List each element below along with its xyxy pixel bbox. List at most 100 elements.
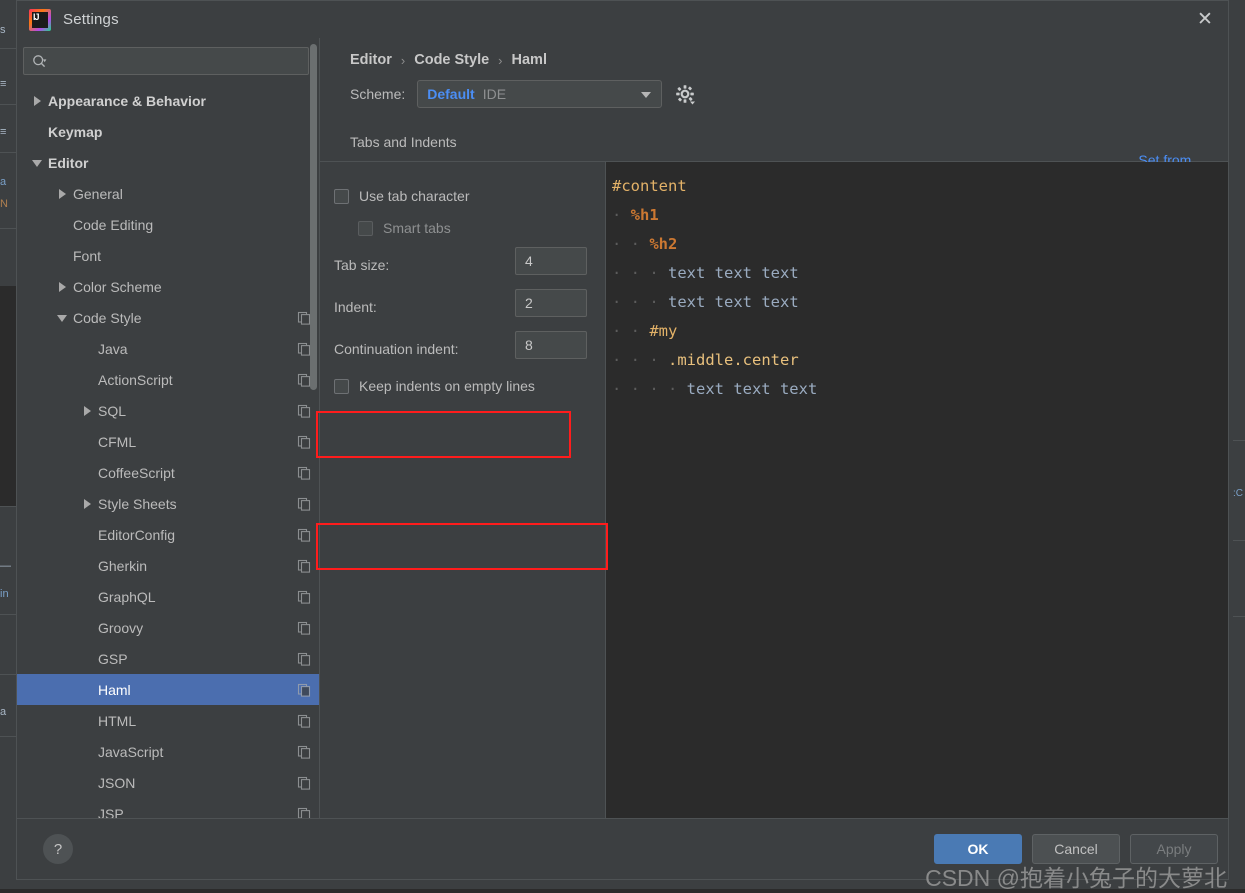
sidebar-item-editorconfig[interactable]: EditorConfig	[17, 519, 319, 550]
twisty-spacer	[81, 776, 94, 789]
row-keep-indents-on-empty-lines[interactable]: Keep indents on empty lines	[320, 370, 605, 402]
sidebar-item-keymap[interactable]: Keymap	[17, 116, 319, 147]
sidebar-item-haml[interactable]: Haml	[17, 674, 319, 705]
checkbox-use-tab-character[interactable]	[334, 189, 349, 204]
bg-divider	[1233, 616, 1245, 617]
copy-scheme-icon[interactable]	[297, 342, 311, 356]
sidebar-item-coffeescript[interactable]: CoffeeScript	[17, 457, 319, 488]
copy-scheme-icon[interactable]	[297, 683, 311, 697]
sidebar-item-code-style[interactable]: Code Style	[17, 302, 319, 333]
sidebar-item-java[interactable]: Java	[17, 333, 319, 364]
twisty-spacer	[56, 218, 69, 231]
ok-button[interactable]: OK	[934, 834, 1022, 864]
sidebar-item-style-sheets[interactable]: Style Sheets	[17, 488, 319, 519]
settings-panes: Use tab character Smart tabs Tab size: 4…	[320, 161, 1228, 818]
dialog-body: Appearance & BehaviorKeymapEditorGeneral…	[17, 38, 1228, 818]
row-smart-tabs[interactable]: Smart tabs	[320, 212, 605, 244]
copy-scheme-icon[interactable]	[297, 311, 311, 325]
sidebar-item-label: Style Sheets	[98, 496, 177, 512]
help-button[interactable]: ?	[43, 834, 73, 864]
sidebar-item-general[interactable]: General	[17, 178, 319, 209]
sidebar-item-appearance-behavior[interactable]: Appearance & Behavior	[17, 85, 319, 116]
copy-scheme-icon[interactable]	[297, 528, 311, 542]
input-indent[interactable]: 2	[515, 289, 587, 317]
chevron-right-icon[interactable]	[81, 497, 94, 510]
bg-divider	[0, 506, 16, 507]
preview-token-tag: %h2	[649, 235, 677, 253]
footer-buttons: OK Cancel Apply	[934, 834, 1228, 864]
bg-divider	[1233, 540, 1245, 541]
copy-scheme-icon[interactable]	[297, 714, 311, 728]
scheme-label: Scheme:	[350, 86, 405, 102]
copy-scheme-icon[interactable]	[297, 404, 311, 418]
sidebar-item-cfml[interactable]: CFML	[17, 426, 319, 457]
breadcrumb-item-code-style[interactable]: Code Style	[414, 52, 489, 68]
twisty-spacer	[81, 683, 94, 696]
background-left-strip: s ≡ ≡ a N — in a	[0, 0, 16, 889]
copy-scheme-icon[interactable]	[297, 497, 311, 511]
sidebar-item-groovy[interactable]: Groovy	[17, 612, 319, 643]
sidebar-item-sql[interactable]: SQL	[17, 395, 319, 426]
sidebar-item-label: GSP	[98, 651, 128, 667]
chevron-right-icon[interactable]	[81, 404, 94, 417]
sidebar-item-gsp[interactable]: GSP	[17, 643, 319, 674]
breadcrumb-item-haml[interactable]: Haml	[512, 52, 547, 68]
chevron-down-icon[interactable]	[56, 311, 69, 324]
copy-scheme-icon[interactable]	[297, 590, 311, 604]
bg-glyph: N	[0, 198, 16, 210]
copy-scheme-icon[interactable]	[297, 745, 311, 759]
copy-scheme-icon[interactable]	[297, 559, 311, 573]
chevron-down-icon[interactable]	[31, 156, 44, 169]
chevron-right-icon[interactable]	[56, 280, 69, 293]
sidebar-item-label: Color Scheme	[73, 279, 162, 295]
preview-token-txt: text text text	[668, 293, 799, 311]
breadcrumb-item-editor[interactable]: Editor	[350, 52, 392, 68]
copy-scheme-icon[interactable]	[297, 807, 311, 819]
cancel-button[interactable]: Cancel	[1032, 834, 1120, 864]
scheme-scope: IDE	[483, 86, 506, 102]
sidebar-item-label: GraphQL	[98, 589, 156, 605]
sidebar-item-graphql[interactable]: GraphQL	[17, 581, 319, 612]
row-indent: Indent: 2	[320, 286, 605, 328]
sidebar-item-json[interactable]: JSON	[17, 767, 319, 798]
sidebar-item-html[interactable]: HTML	[17, 705, 319, 736]
input-continuation-indent[interactable]: 8	[515, 331, 587, 359]
sidebar-item-jsp[interactable]: JSP	[17, 798, 319, 818]
checkbox-smart-tabs[interactable]	[358, 221, 373, 236]
row-use-tab-character[interactable]: Use tab character	[320, 180, 605, 212]
twisty-spacer	[81, 652, 94, 665]
sidebar-item-label: Groovy	[98, 620, 143, 636]
input-tab-size[interactable]: 4	[515, 247, 587, 275]
sidebar-item-label: Keymap	[48, 124, 102, 140]
copy-scheme-icon[interactable]	[297, 776, 311, 790]
search-box[interactable]	[23, 47, 309, 75]
sidebar-item-code-editing[interactable]: Code Editing	[17, 209, 319, 240]
sidebar-item-label: Appearance & Behavior	[48, 93, 206, 109]
preview-line: · · %h2	[612, 230, 1228, 259]
copy-scheme-icon[interactable]	[297, 621, 311, 635]
settings-tree[interactable]: Appearance & Behavior Keymap EditorGeneral…	[17, 83, 319, 818]
sidebar-item-gherkin[interactable]: Gherkin	[17, 550, 319, 581]
chevron-right-icon[interactable]	[56, 187, 69, 200]
copy-scheme-icon[interactable]	[297, 373, 311, 387]
sidebar-item-javascript[interactable]: JavaScript	[17, 736, 319, 767]
apply-button[interactable]: Apply	[1130, 834, 1218, 864]
checkbox-keep-indents-on-empty-lines[interactable]	[334, 379, 349, 394]
preview-line: · · · .middle.center	[612, 346, 1228, 375]
sidebar-scrollbar[interactable]	[310, 44, 317, 390]
search-input[interactable]	[47, 53, 300, 70]
sidebar-item-color-scheme[interactable]: Color Scheme	[17, 271, 319, 302]
copy-scheme-icon[interactable]	[297, 435, 311, 449]
close-icon[interactable]: ✕	[1182, 1, 1228, 38]
copy-scheme-icon[interactable]	[297, 466, 311, 480]
preview-token-id: #my	[649, 322, 677, 340]
sidebar-item-font[interactable]: Font	[17, 240, 319, 271]
sidebar-item-editor[interactable]: Editor	[17, 147, 319, 178]
sidebar-item-label: JSP	[98, 806, 124, 819]
copy-scheme-icon[interactable]	[297, 652, 311, 666]
chevron-right-icon[interactable]	[31, 94, 44, 107]
breadcrumb: Editor›Code Style›Haml	[320, 38, 1228, 68]
gear-icon[interactable]	[674, 83, 696, 105]
scheme-dropdown[interactable]: Default IDE	[417, 80, 662, 108]
sidebar-item-actionscript[interactable]: ActionScript	[17, 364, 319, 395]
